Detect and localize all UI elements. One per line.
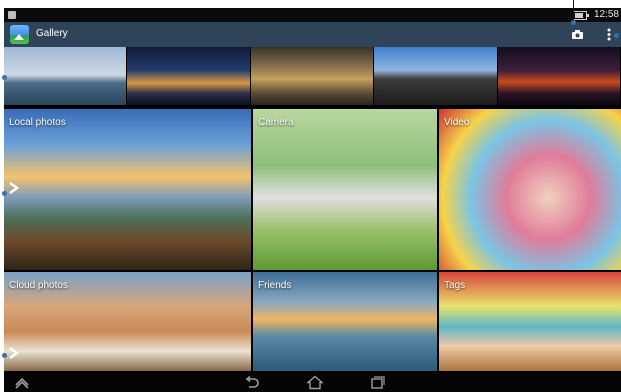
up-icon[interactable]	[14, 375, 30, 390]
city-skyline-night-thumbnail[interactable]	[127, 47, 251, 105]
album-friends[interactable]: Friends	[253, 272, 437, 371]
recent-apps-icon[interactable]	[369, 375, 385, 390]
callout-dot	[614, 33, 619, 38]
fountain-statue-thumbnail[interactable]	[250, 47, 375, 105]
album-grid: Local photos Camera Video Cloud photos F…	[4, 109, 621, 371]
album-cloud-photos[interactable]: Cloud photos	[4, 272, 251, 371]
album-label: Cloud photos	[9, 280, 68, 291]
callout-dot	[571, 20, 576, 25]
battery-icon	[573, 11, 589, 20]
atlas-statue-thumbnail[interactable]	[374, 47, 498, 105]
status-bar: 12:58	[4, 8, 621, 22]
album-camera[interactable]: Camera	[253, 109, 437, 270]
harbor-night-thumbnail[interactable]	[497, 47, 621, 105]
album-local-photos[interactable]: Local photos	[4, 109, 251, 270]
album-label: Tags	[444, 280, 466, 291]
overflow-menu-icon[interactable]	[607, 28, 611, 41]
album-tags[interactable]: Tags	[439, 272, 621, 371]
battery-level	[575, 13, 583, 18]
notification-icon	[8, 11, 16, 19]
navigation-bar	[4, 373, 621, 392]
action-bar: Gallery	[4, 22, 621, 47]
chevron-right-icon[interactable]	[7, 346, 21, 360]
status-time: 12:58	[593, 9, 619, 20]
recent-photos-strip	[4, 47, 621, 105]
gallery-screen: 12:58 Gallery Local photos Camera Video …	[4, 8, 621, 392]
app-title: Gallery	[36, 28, 68, 39]
camera-icon[interactable]	[572, 30, 583, 39]
album-label: Video	[444, 117, 470, 128]
callout-line	[573, 0, 574, 22]
callout-dot	[2, 75, 7, 80]
home-icon[interactable]	[307, 375, 323, 390]
album-label: Local photos	[9, 117, 66, 128]
callout-dot	[2, 191, 7, 196]
album-video[interactable]: Video	[439, 109, 621, 270]
back-icon[interactable]	[244, 375, 260, 390]
statue-of-liberty-thumbnail[interactable]	[4, 47, 128, 105]
album-label: Camera	[258, 117, 294, 128]
gallery-app-icon[interactable]	[10, 25, 29, 44]
callout-dot	[2, 353, 7, 358]
album-label: Friends	[258, 280, 292, 291]
chevron-right-icon[interactable]	[7, 181, 21, 195]
